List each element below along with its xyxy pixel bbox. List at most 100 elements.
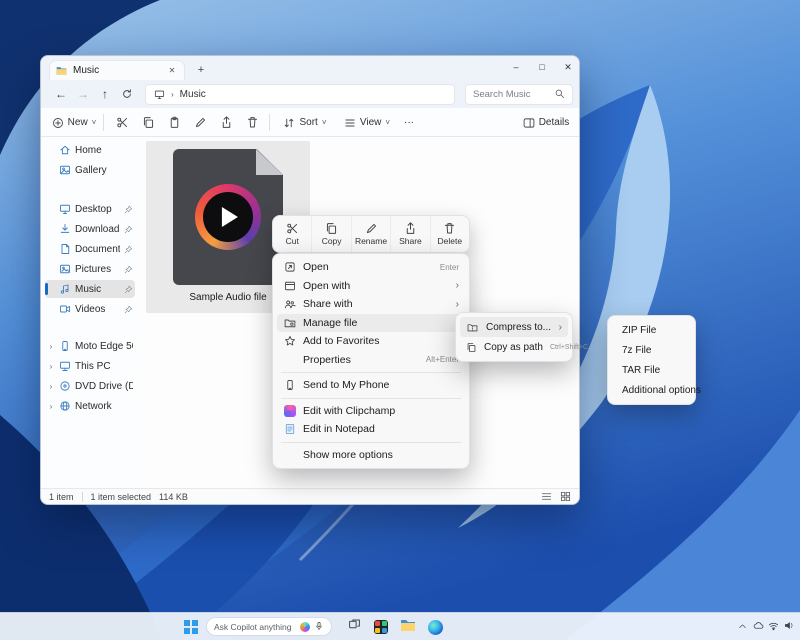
cut-label: Cut [286,236,299,246]
edge-icon [428,620,443,635]
sort-icon [283,117,295,129]
details-button[interactable]: Details [517,112,575,133]
search-icon [554,88,565,102]
menu-item-properties[interactable]: Properties Alt+Enter [277,351,465,370]
share-button[interactable]: Share [391,216,430,252]
task-view-button[interactable] [345,618,363,636]
refresh-button[interactable] [117,84,137,104]
pin-icon [124,225,133,234]
cut-button[interactable]: Cut [273,216,312,252]
rename-button[interactable] [189,112,211,133]
expand-chevron-icon[interactable]: › [47,362,55,371]
sidebar-item-label: Desktop [75,204,120,215]
sidebar-item-dvd-drive[interactable]: › DVD Drive (D:) CCC [45,377,135,395]
edge-button[interactable] [426,618,444,636]
sidebar-item-documents[interactable]: Documents [45,240,135,258]
sidebar-item-label: Downloads [75,224,120,235]
file-explorer-button[interactable] [399,618,417,636]
breadcrumb-location: Music [180,89,206,100]
taskbar-search[interactable]: Ask Copilot anything [206,617,332,636]
paste-button[interactable] [163,112,185,133]
copy-button[interactable] [137,112,159,133]
toolbar-divider [269,114,270,131]
sidebar-item-music[interactable]: Music [45,280,135,298]
delete-button[interactable]: Delete [431,216,469,252]
submenu-item-7z-file[interactable]: 7z File [612,340,691,360]
copy-button[interactable]: Copy [312,216,351,252]
sidebar-item-this-pc[interactable]: › This PC [45,357,135,375]
rename-button[interactable]: Rename [352,216,391,252]
menu-item-show-more-options[interactable]: Show more options [277,446,465,465]
expand-chevron-icon[interactable]: › [47,382,55,391]
menu-item-open[interactable]: Open Enter [277,258,465,277]
videos-icon [59,303,71,315]
open-with-icon [283,280,296,292]
sidebar-item-label: Home [75,145,133,156]
forward-button[interactable]: → [73,84,93,104]
menu-item-add-to-favorites[interactable]: Add to Favorites [277,332,465,351]
new-tab-button[interactable]: + [193,62,209,78]
menu-item-manage-file[interactable]: Manage file › [277,314,465,333]
submenu-item-tar-file[interactable]: TAR File [612,360,691,380]
close-button[interactable]: ✕ [555,56,580,78]
maximize-button[interactable]: □ [529,56,555,78]
notepad-icon [283,423,296,435]
sidebar-item-phone[interactable]: › Moto Edge 50 Neo [45,337,135,355]
desktop-icon [59,203,71,215]
see-more-button[interactable]: ··· [399,112,419,133]
folder-icon [56,65,67,76]
start-button[interactable] [182,618,200,636]
menu-item-edit-with-clipchamp[interactable]: Edit with Clipchamp [277,402,465,421]
explorer-tab[interactable]: Music ✕ [49,60,185,80]
sidebar-item-pictures[interactable]: Pictures [45,260,135,278]
sidebar-item-gallery[interactable]: Gallery [45,161,135,179]
volume-button[interactable] [781,618,795,636]
tab-close-icon[interactable]: ✕ [166,66,178,75]
menu-label: ZIP File [622,325,685,336]
new-button[interactable]: New ˅ [49,112,99,133]
context-menu: Open Enter Open with › Share with › Mana… [272,253,470,469]
large-icons-view-button[interactable] [560,491,571,502]
back-button[interactable]: ← [51,84,71,104]
expand-chevron-icon[interactable]: › [47,402,55,411]
submenu-item-copy-as-path[interactable]: Copy as path Ctrl+Shift+C [460,337,568,357]
sidebar-item-network[interactable]: › Network [45,397,135,415]
sidebar-item-desktop[interactable]: Desktop [45,200,135,218]
hidden-icons-button[interactable] [735,618,749,636]
star-icon [283,335,296,347]
onedrive-button[interactable] [751,618,765,636]
menu-item-share-with[interactable]: Share with › [277,295,465,314]
search-input[interactable]: Search Music [465,84,573,105]
sort-label: Sort [299,117,317,128]
sidebar-item-label: Pictures [75,264,120,275]
menu-item-open-with[interactable]: Open with › [277,277,465,296]
app-button[interactable] [372,618,390,636]
cut-button[interactable] [111,112,133,133]
delete-button[interactable] [241,112,263,133]
details-view-button[interactable] [541,491,552,502]
location-icon [154,89,165,100]
submenu-item-additional-options[interactable]: Additional options [612,380,691,400]
network-button[interactable] [766,618,780,636]
menu-item-edit-in-notepad[interactable]: Edit in Notepad [277,420,465,439]
menu-label: Share with [303,298,449,310]
dvd-icon [59,380,71,392]
breadcrumb[interactable]: › Music [145,84,455,105]
minimize-button[interactable]: – [503,56,529,78]
sidebar-item-label: This PC [75,361,133,372]
menu-item-send-to-phone[interactable]: Send to My Phone [277,376,465,395]
pin-icon [124,205,133,214]
expand-chevron-icon[interactable]: › [47,342,55,351]
sort-button[interactable]: Sort ˅ [279,112,331,133]
submenu-item-compress-to[interactable]: Compress to... › [460,317,568,337]
share-button[interactable] [215,112,237,133]
sidebar-item-home[interactable]: Home [45,141,135,159]
menu-label: Open [303,261,433,273]
submenu-item-zip-file[interactable]: ZIP File [612,320,691,340]
sidebar-item-downloads[interactable]: Downloads [45,220,135,238]
search-placeholder: Search Music [473,89,531,100]
cut-icon [116,116,129,129]
up-button[interactable]: ↑ [95,84,115,104]
view-button[interactable]: View ˅ [341,112,393,133]
sidebar-item-videos[interactable]: Videos [45,300,135,318]
